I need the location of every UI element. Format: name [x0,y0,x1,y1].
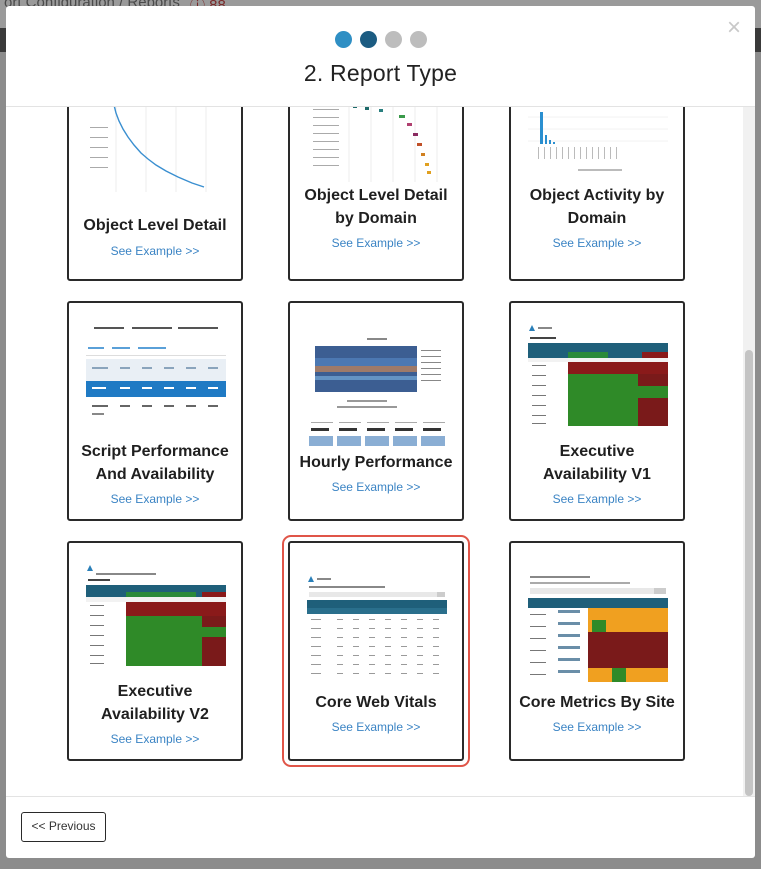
report-card-title: Object Activity by [529,187,665,204]
see-example-link[interactable]: See Example >> [69,732,241,746]
report-preview-image [307,107,447,182]
report-card-script-performance-and-availability[interactable]: Script Performance And Availability See … [67,301,243,521]
see-example-link[interactable]: See Example >> [290,236,462,250]
step-4-dot [409,31,427,48]
report-card-title: Core Web Vitals [315,694,437,711]
step-1-dot [334,31,352,48]
report-card-object-level-detail-by-domain[interactable]: Object Level Detail by Domain See Exampl… [288,107,464,281]
report-card-title-line2: Domain [567,210,627,227]
report-preview-image [86,107,226,192]
report-card-core-metrics-by-site[interactable]: Core Metrics By Site See Example >> [509,541,685,761]
report-card-hourly-performance[interactable]: Hourly Performance See Example >> [288,301,464,521]
report-card-title-line2: by Domain [335,210,417,227]
see-example-link[interactable]: See Example >> [511,492,683,506]
report-card-title: Object Level Detail [83,217,227,234]
report-card-executive-availability-v1[interactable]: Executive Availability V1 See Example >> [509,301,685,521]
step-indicator [6,31,755,48]
report-preview-image [307,336,447,448]
see-example-link[interactable]: See Example >> [69,244,241,258]
step-2-dot [359,31,377,48]
report-preview-image [528,107,668,182]
report-card-title: Hourly Performance [299,454,453,471]
report-card-title: Script Performance [81,443,229,460]
see-example-link[interactable]: See Example >> [69,492,241,506]
report-card-title: Executive [559,443,635,460]
modal-title: 2. Report Type [303,60,458,86]
step-3-dot [384,31,402,48]
see-example-link[interactable]: See Example >> [511,236,683,250]
report-card-object-level-detail[interactable]: Object Level Detail See Example >> [67,107,243,281]
see-example-link[interactable]: See Example >> [290,720,462,734]
report-card-title-line2: Availability V2 [101,706,209,723]
report-type-modal: × 2. Report Type Object Level Detail See [6,6,755,858]
scrollbar-track[interactable] [743,107,755,796]
see-example-link[interactable]: See Example >> [290,480,462,494]
report-preview-image [528,574,668,686]
report-card-core-web-vitals[interactable]: Core Web Vitals See Example >> [282,535,470,767]
report-card-title: Object Level Detail [304,187,448,204]
footer-divider [6,796,755,797]
report-card-object-activity-by-domain[interactable]: Object Activity by Domain See Example >> [509,107,685,281]
report-preview-image [86,323,226,435]
report-card-title-line2: And Availability [95,466,215,483]
report-card-title-line2: Availability V1 [543,466,651,483]
report-card-title: Core Metrics By Site [519,694,675,711]
scrollbar-thumb[interactable] [745,350,753,796]
report-preview-image [86,563,226,675]
see-example-link[interactable]: See Example >> [511,720,683,734]
report-card-executive-availability-v2[interactable]: Executive Availability V2 See Example >> [67,541,243,761]
report-preview-image [307,574,447,686]
previous-button[interactable]: << Previous [21,812,106,842]
report-card-title: Executive [117,683,193,700]
report-preview-image [528,323,668,435]
report-type-grid[interactable]: Object Level Detail See Example >> Objec… [6,107,755,796]
